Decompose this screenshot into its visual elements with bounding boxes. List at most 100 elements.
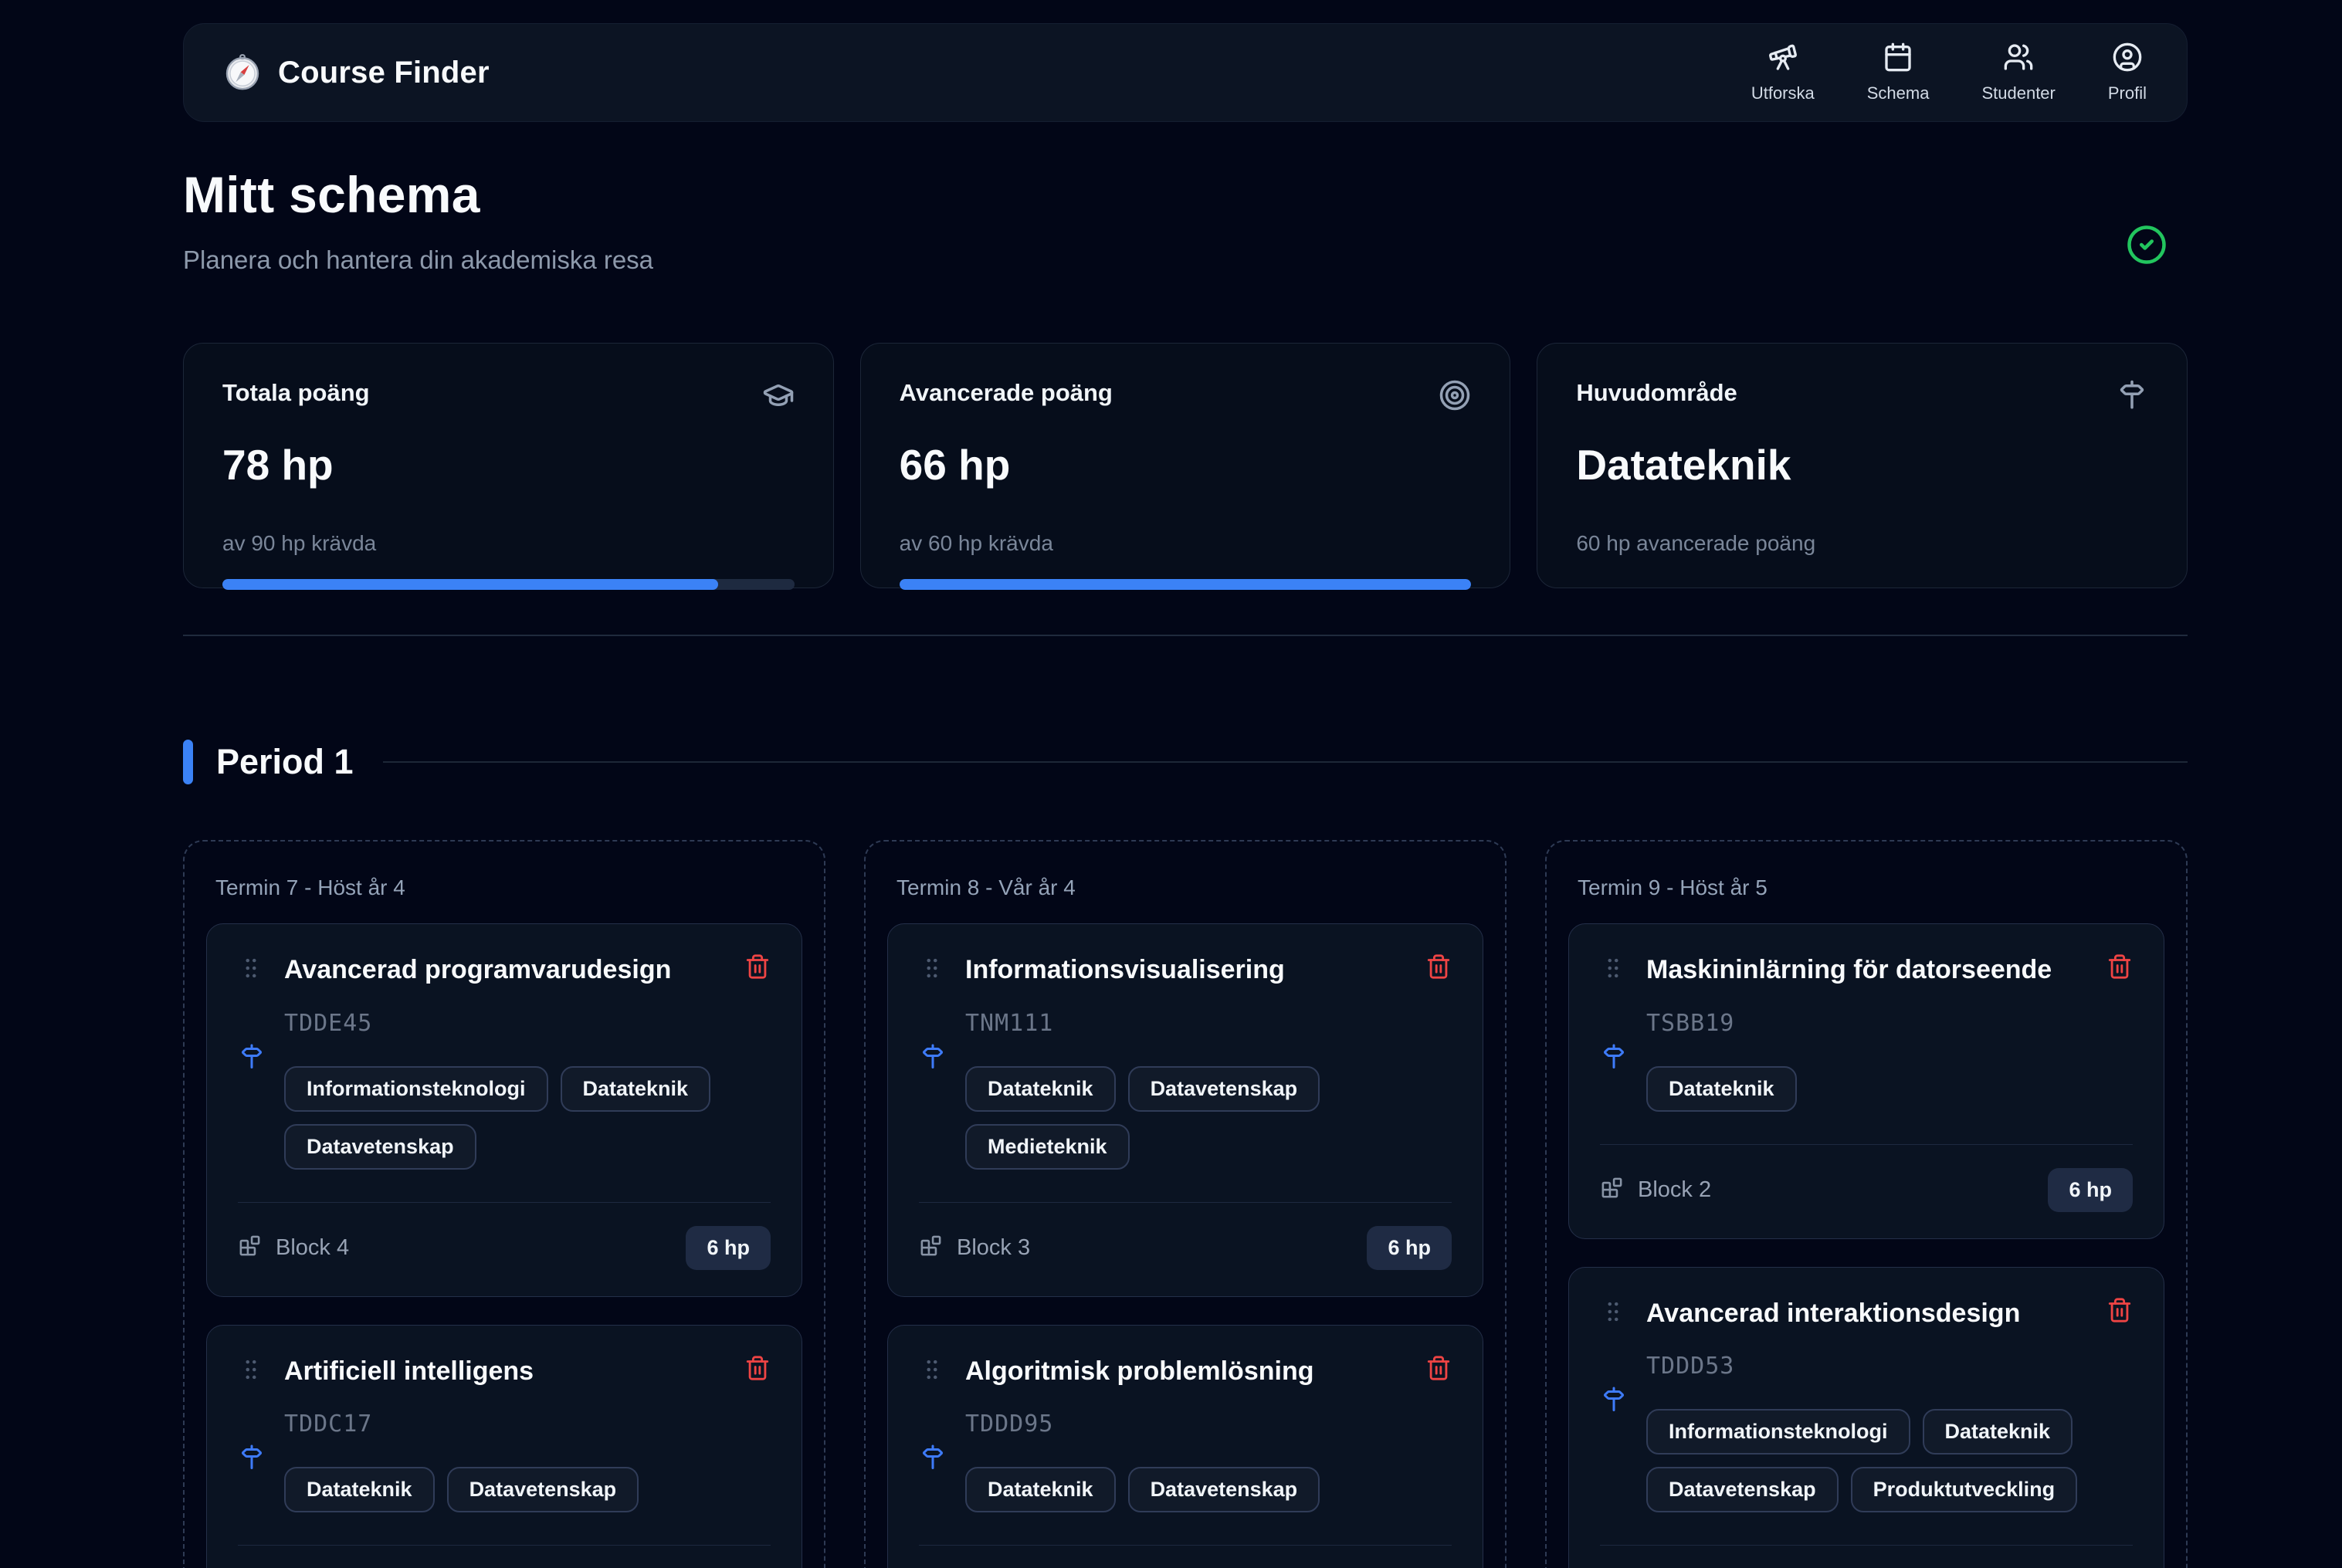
term-label: Termin 9 - Höst år 5: [1578, 875, 2155, 900]
course-code: TDDC17: [284, 1411, 771, 1438]
delete-course-button[interactable]: [744, 953, 771, 984]
course-title: Informationsvisualisering: [965, 953, 1412, 987]
tag-datavetenskap: Datavetenskap: [447, 1467, 639, 1512]
block-label: Block 3: [957, 1235, 1030, 1261]
delete-course-button[interactable]: [2106, 1297, 2133, 1327]
tag-datateknik: Datateknik: [965, 1066, 1116, 1112]
block-info: Block 2: [1600, 1176, 1711, 1204]
tag-datateknik: Datateknik: [965, 1467, 1116, 1512]
stats-row: Totala poäng 78 hp av 90 hp krävda Avanc…: [183, 343, 2188, 588]
tag-datateknik: Datateknik: [284, 1467, 435, 1512]
page-title: Mitt schema: [183, 165, 2188, 224]
stat-label: Huvudområde: [1576, 379, 1737, 407]
course-card-divider: [919, 1545, 1452, 1546]
period-title: Period 1: [216, 742, 354, 782]
hp-badge: 6 hp: [686, 1226, 771, 1270]
course-title: Artificiell intelligens: [284, 1355, 730, 1388]
term-label: Termin 7 - Höst år 4: [215, 875, 793, 900]
term-column-2: Termin 8 - Vår år 4 Informationsvisualis…: [864, 840, 1507, 1568]
progress-bar-fill: [222, 579, 718, 590]
page-shell: Course Finder Utforska Schema Studenter …: [183, 23, 2188, 1568]
stat-card-huvudomr-de: Huvudområde Datateknik 60 hp avancerade …: [1537, 343, 2188, 588]
delete-course-button[interactable]: [1425, 1355, 1452, 1385]
signpost-icon: [238, 1444, 266, 1512]
signpost-icon: [1600, 1043, 1628, 1112]
stat-subtext: 60 hp avancerade poäng: [1576, 531, 2148, 556]
stat-value: Datateknik: [1576, 440, 2148, 489]
tag-datateknik: Datateknik: [1923, 1409, 2073, 1455]
course-title: Avancerad programvarudesign: [284, 953, 730, 987]
course-card-divider: [238, 1202, 771, 1203]
term-columns: Termin 7 - Höst år 4 Avancerad programva…: [183, 840, 2188, 1568]
term-column-3: Termin 9 - Höst år 5 Maskininlärning för…: [1545, 840, 2188, 1568]
course-stack: Avancerad programvarudesign TDDE45 Infor…: [206, 923, 802, 1568]
course-card-divider: [1600, 1144, 2133, 1145]
delete-course-button[interactable]: [1425, 953, 1452, 984]
course-title: Avancerad interaktionsdesign: [1646, 1297, 2093, 1330]
course-card-avancerad-interaktionsdesign: Avancerad interaktionsdesign TDDD53 Info…: [1568, 1267, 2164, 1568]
course-card-informationsvisualisering: Informationsvisualisering TNM111 Datatek…: [887, 923, 1483, 1297]
tag-datavetenskap: Datavetenskap: [1646, 1467, 1839, 1512]
target-icon: [1439, 379, 1471, 415]
course-tags: Datateknik Datavetenskap Medieteknik: [965, 1066, 1452, 1170]
top-navbar: Course Finder Utforska Schema Studenter …: [183, 23, 2188, 122]
block-info: Block 3: [919, 1234, 1030, 1262]
blocks-icon: [1600, 1176, 1624, 1204]
nav-item-utforska[interactable]: Utforska: [1751, 42, 1815, 103]
circle-user-icon: [2112, 42, 2143, 76]
signpost-icon: [919, 1444, 947, 1512]
nav-item-label: Studenter: [1981, 83, 2055, 103]
tag-datavetenskap: Datavetenskap: [1128, 1467, 1320, 1512]
stat-label: Avancerade poäng: [900, 379, 1113, 407]
course-code: TNM111: [965, 1010, 1452, 1037]
stat-card-totala-po-ng: Totala poäng 78 hp av 90 hp krävda: [183, 343, 834, 588]
tag-produktutveckling: Produktutveckling: [1851, 1467, 2078, 1512]
hero: Mitt schema Planera och hantera din akad…: [183, 165, 2188, 275]
section-divider: [183, 635, 2188, 636]
signpost-icon: [2116, 379, 2148, 415]
telescope-icon: [1768, 42, 1798, 76]
nav-item-label: Utforska: [1751, 83, 1815, 103]
stat-subtext: av 90 hp krävda: [222, 531, 795, 556]
drag-handle-icon[interactable]: [1600, 955, 1628, 987]
progress-bar: [222, 579, 795, 590]
compass-logo-icon: [224, 54, 261, 91]
drag-handle-icon[interactable]: [1600, 1299, 1628, 1330]
course-code: TSBB19: [1646, 1010, 2133, 1037]
blocks-icon: [238, 1234, 262, 1262]
nav-item-schema[interactable]: Schema: [1867, 42, 1930, 103]
tag-datavetenskap: Datavetenskap: [284, 1124, 476, 1170]
delete-course-button[interactable]: [744, 1355, 771, 1385]
course-code: TDDD53: [1646, 1353, 2133, 1380]
drag-handle-icon[interactable]: [919, 955, 947, 987]
term-label: Termin 8 - Vår år 4: [896, 875, 1474, 900]
course-card-divider: [1600, 1545, 2133, 1546]
nav-item-studenter[interactable]: Studenter: [1981, 42, 2055, 103]
drag-handle-icon[interactable]: [919, 1356, 947, 1388]
course-card-avancerad-programvarudesign: Avancerad programvarudesign TDDE45 Infor…: [206, 923, 802, 1297]
course-card-divider: [919, 1202, 1452, 1203]
signpost-icon: [919, 1043, 947, 1170]
course-title: Maskininlärning för datorseende: [1646, 953, 2093, 987]
drag-handle-icon[interactable]: [238, 1356, 266, 1388]
main-nav: Utforska Schema Studenter Profil: [1751, 42, 2147, 103]
saved-check-icon: [2126, 224, 2167, 269]
brand-name: Course Finder: [278, 56, 490, 90]
tag-medieteknik: Medieteknik: [965, 1124, 1130, 1170]
drag-handle-icon[interactable]: [238, 955, 266, 987]
course-code: TDDE45: [284, 1010, 771, 1037]
course-card-maskininl-rning-f-r-datorseende: Maskininlärning för datorseende TSBB19 D…: [1568, 923, 2164, 1239]
delete-course-button[interactable]: [2106, 953, 2133, 984]
nav-item-label: Schema: [1867, 83, 1930, 103]
tag-datavetenskap: Datavetenskap: [1128, 1066, 1320, 1112]
brand[interactable]: Course Finder: [224, 54, 490, 91]
nav-item-profil[interactable]: Profil: [2108, 42, 2147, 103]
users-icon: [2003, 42, 2034, 76]
course-card-divider: [238, 1545, 771, 1546]
blocks-icon: [919, 1234, 943, 1262]
period-accent-pill: [183, 740, 193, 784]
stat-value: 78 hp: [222, 440, 795, 489]
period-header: Period 1: [183, 740, 2188, 784]
graduation-cap-icon: [762, 379, 795, 415]
course-stack: Informationsvisualisering TNM111 Datatek…: [887, 923, 1483, 1568]
